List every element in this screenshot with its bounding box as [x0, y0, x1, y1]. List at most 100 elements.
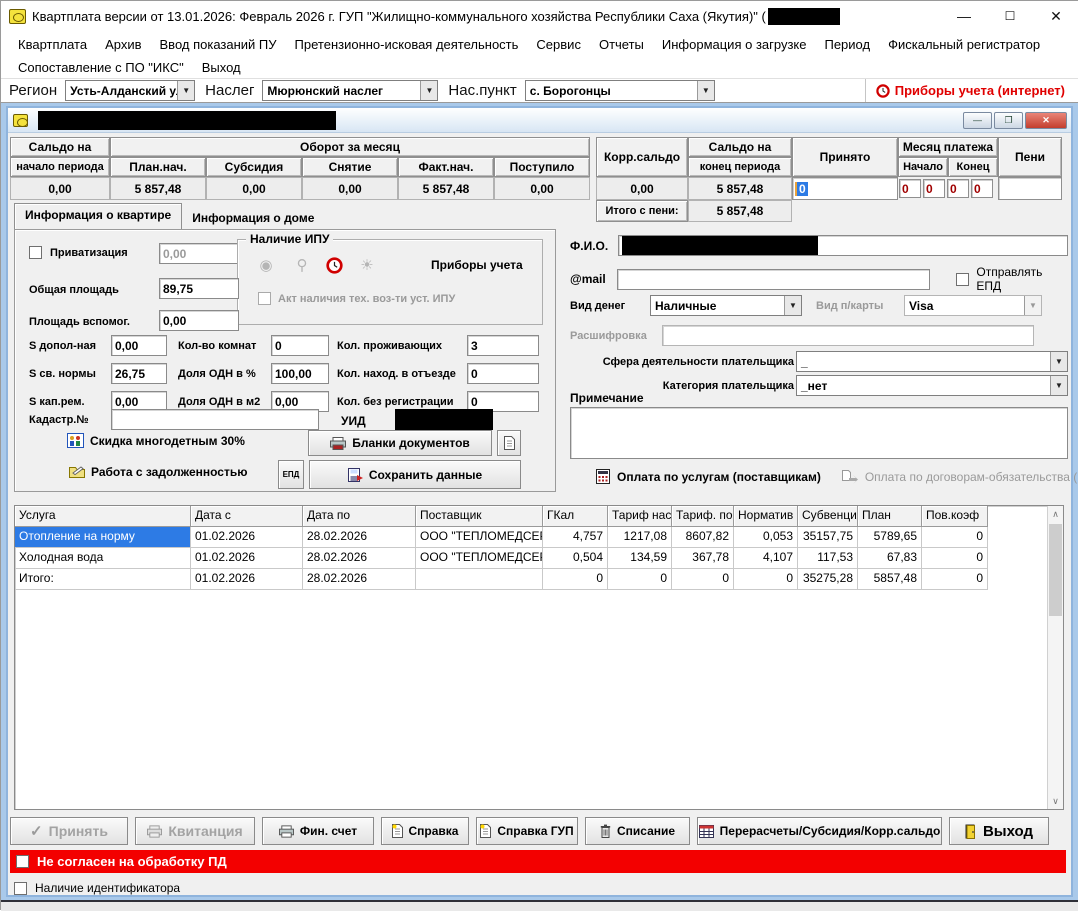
debt-work-link[interactable]: Работа с задолженностью — [69, 465, 247, 479]
document-blanks-button[interactable]: Бланки документов — [308, 430, 492, 456]
write-off-button[interactable]: Списание — [585, 817, 690, 845]
menu-kvartplata[interactable]: Квартплата — [9, 35, 96, 54]
menu-vyhod[interactable]: Выход — [193, 58, 250, 77]
month-end-2-input[interactable]: 0 — [971, 179, 993, 198]
money-type-select[interactable]: Наличные▼ — [650, 295, 802, 316]
menu-pretenzionno[interactable]: Претензионно-исковая деятельность — [286, 35, 528, 54]
rooms-input[interactable]: 0 — [271, 335, 329, 356]
table-cell[interactable]: Отопление на норму — [15, 527, 191, 548]
table-cell[interactable]: 5857,48 — [858, 569, 922, 590]
column-header[interactable]: Пов.коэф — [922, 506, 988, 527]
table-cell[interactable]: 1217,08 — [608, 527, 672, 548]
child-minimize-button[interactable]: — — [963, 112, 992, 129]
table-row[interactable]: Холодная вода01.02.202628.02.2026ООО "ТЕ… — [15, 548, 1063, 569]
identifier-checkbox[interactable] — [14, 882, 27, 895]
table-cell[interactable]: 67,83 — [858, 548, 922, 569]
column-header[interactable]: План — [858, 506, 922, 527]
chevron-down-icon[interactable]: ▼ — [784, 296, 801, 315]
category-select[interactable]: _нет▼ — [796, 375, 1068, 396]
table-cell[interactable]: 01.02.2026 — [191, 569, 303, 590]
scroll-down-icon[interactable]: ∨ — [1048, 793, 1063, 809]
table-cell[interactable]: 35275,28 — [798, 569, 858, 590]
table-row[interactable]: Итого:01.02.202628.02.2026000035275,2858… — [15, 569, 1063, 590]
table-cell[interactable]: 0 — [922, 569, 988, 590]
table-cell[interactable]: 0,504 — [543, 548, 608, 569]
table-cell[interactable]: 4,107 — [734, 548, 798, 569]
column-header[interactable]: Тариф. пост — [672, 506, 734, 527]
residents-input[interactable]: 3 — [467, 335, 539, 356]
maximize-button[interactable]: ☐ — [987, 1, 1033, 31]
table-cell[interactable]: 28.02.2026 — [303, 569, 416, 590]
table-cell[interactable]: 0 — [922, 548, 988, 569]
table-cell[interactable]: 28.02.2026 — [303, 527, 416, 548]
meters-internet-button[interactable]: Приборы учета (интернет) — [865, 79, 1075, 102]
tab-house-info[interactable]: Информация о доме — [182, 207, 324, 229]
decode-input[interactable] — [662, 325, 1034, 346]
column-header[interactable]: Поставщик — [416, 506, 543, 527]
column-header[interactable]: Дата с — [191, 506, 303, 527]
spravka-gup-button[interactable]: Справка ГУП — [476, 817, 578, 845]
column-header[interactable]: Услуга — [15, 506, 191, 527]
table-cell[interactable]: 0 — [543, 569, 608, 590]
table-cell[interactable]: Холодная вода — [15, 548, 191, 569]
table-cell[interactable]: 8607,82 — [672, 527, 734, 548]
exit-button[interactable]: Выход — [949, 817, 1049, 845]
column-header[interactable]: Норматив — [734, 506, 798, 527]
sphere-select[interactable]: _▼ — [796, 351, 1068, 372]
kadastr-input[interactable] — [111, 409, 319, 430]
menu-otchety[interactable]: Отчеты — [590, 35, 653, 54]
peni-input[interactable] — [998, 177, 1062, 200]
table-cell[interactable]: 01.02.2026 — [191, 548, 303, 569]
child-restore-button[interactable]: ❐ — [994, 112, 1023, 129]
pay-services-link[interactable]: Оплата по услугам (поставщикам) — [617, 470, 821, 484]
receipt-button[interactable]: Квитанция — [135, 817, 255, 845]
chevron-down-icon[interactable]: ▼ — [697, 81, 714, 100]
table-cell[interactable]: 28.02.2026 — [303, 548, 416, 569]
column-header[interactable]: ГКал — [543, 506, 608, 527]
month-start-2-input[interactable]: 0 — [923, 179, 945, 198]
fio-input[interactable] — [618, 235, 1068, 256]
accept-button[interactable]: ✓ Принять — [10, 817, 128, 845]
table-cell[interactable]: 0 — [922, 527, 988, 548]
naspunkt-select[interactable]: с. Борогонцы ▼ — [525, 80, 715, 101]
menu-servis[interactable]: Сервис — [527, 35, 590, 54]
child-close-button[interactable]: ✕ — [1025, 112, 1067, 129]
recalc-subsidy-button[interactable]: Перерасчеты/Субсидия/Корр.сальдо — [697, 817, 942, 845]
table-cell[interactable]: 117,53 — [798, 548, 858, 569]
vertical-scrollbar[interactable]: ∧ ∨ — [1047, 506, 1063, 809]
menu-sopostavlenie[interactable]: Сопоставление с ПО "ИКС" — [9, 58, 193, 77]
menu-arhiv[interactable]: Архив — [96, 35, 150, 54]
column-header[interactable]: Тариф нас. — [608, 506, 672, 527]
note-textarea[interactable] — [570, 407, 1068, 459]
nasleg-select[interactable]: Мюрюнский наслег ▼ — [262, 80, 438, 101]
menu-fiskalny[interactable]: Фискальный регистратор — [879, 35, 1049, 54]
card-type-select[interactable]: Visa▼ — [904, 295, 1042, 316]
table-cell[interactable]: 0 — [734, 569, 798, 590]
mail-input[interactable] — [617, 269, 931, 290]
month-end-1-input[interactable]: 0 — [947, 179, 969, 198]
spravka-button[interactable]: Справка — [381, 817, 469, 845]
tab-apartment-info[interactable]: Информация о квартире — [14, 203, 182, 229]
month-start-1-input[interactable]: 0 — [899, 179, 921, 198]
scrollbar-thumb[interactable] — [1049, 524, 1062, 616]
table-cell[interactable]: Итого: — [15, 569, 191, 590]
column-header[interactable]: Дата по — [303, 506, 416, 527]
ipu-act-checkbox[interactable] — [258, 292, 271, 305]
table-cell[interactable]: 0 — [672, 569, 734, 590]
chevron-down-icon[interactable]: ▼ — [1050, 352, 1067, 371]
column-header[interactable]: Субвенция — [798, 506, 858, 527]
aux-area-input[interactable]: 0,00 — [159, 310, 239, 331]
scroll-up-icon[interactable]: ∧ — [1048, 506, 1063, 522]
save-data-button[interactable]: Сохранить данные — [309, 460, 521, 489]
odn-pct-input[interactable]: 100,00 — [271, 363, 329, 384]
pd-consent-checkbox[interactable] — [16, 855, 29, 868]
close-button[interactable]: ✕ — [1033, 1, 1078, 31]
fin-account-button[interactable]: Фин. счет — [262, 817, 374, 845]
privatization-checkbox[interactable] — [29, 246, 42, 259]
table-row[interactable]: Отопление на норму01.02.202628.02.2026ОО… — [15, 527, 1063, 548]
chevron-down-icon[interactable]: ▼ — [1050, 376, 1067, 395]
total-area-input[interactable]: 89,75 — [159, 278, 239, 299]
table-cell[interactable]: ООО "ТЕПЛОМЕДСЕРВИ — [416, 527, 543, 548]
discount-link[interactable]: Скидка многодетным 30% — [67, 433, 245, 448]
table-cell[interactable]: 01.02.2026 — [191, 527, 303, 548]
